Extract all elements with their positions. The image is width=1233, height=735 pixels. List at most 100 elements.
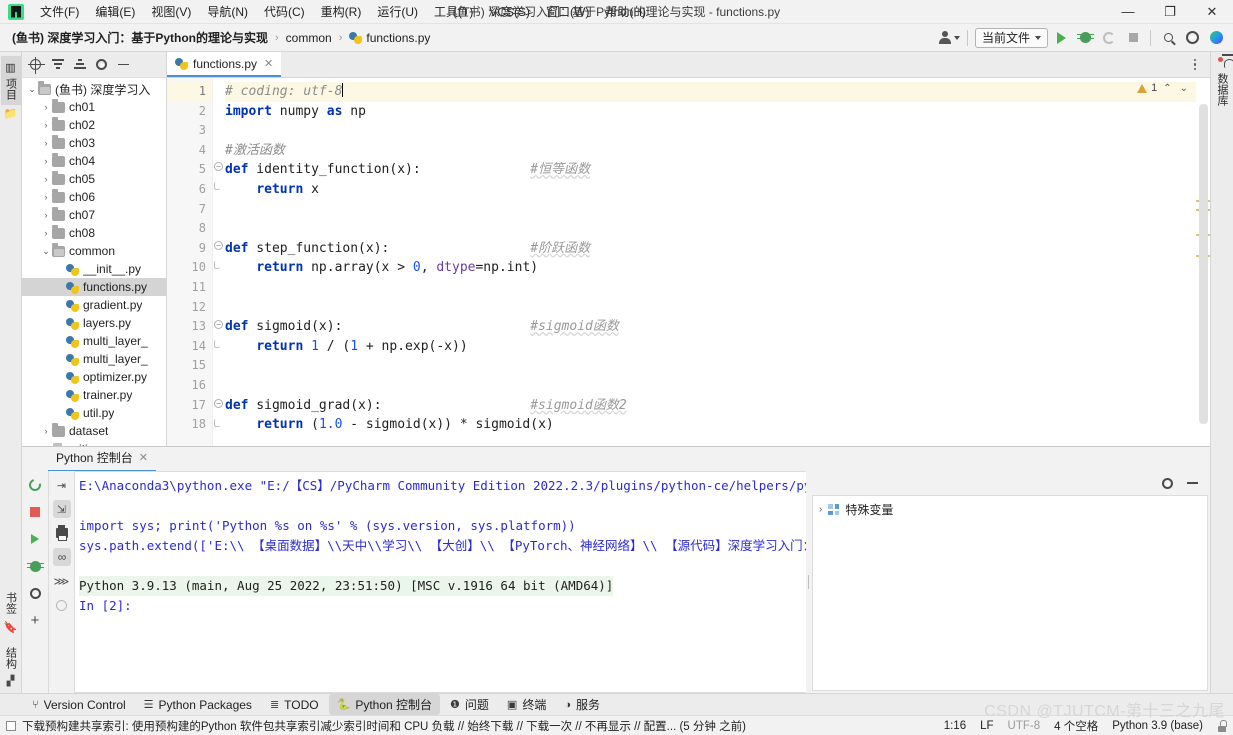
menu-run[interactable]: 运行(U) bbox=[369, 0, 426, 23]
debug-button[interactable] bbox=[1074, 27, 1096, 49]
debug-icon[interactable] bbox=[26, 557, 44, 575]
sidebar-item-project[interactable]: ▥ 项目 bbox=[0, 56, 21, 105]
line-number[interactable]: 6 bbox=[167, 180, 212, 200]
caret-position-widget[interactable]: 1:16 bbox=[944, 720, 966, 732]
editor-fold-column[interactable]: − − − − bbox=[213, 78, 225, 446]
toolwin-version-control[interactable]: ⑂ Version Control bbox=[24, 696, 134, 714]
interpreter-widget[interactable]: Python 3.9 (base) bbox=[1112, 720, 1203, 732]
chevron-down-icon[interactable]: ⌄ bbox=[40, 246, 52, 257]
fold-icon-line-17[interactable]: − bbox=[214, 399, 223, 408]
tree-row[interactable]: › ch07 bbox=[22, 206, 166, 224]
breadcrumb-folder[interactable]: common bbox=[284, 29, 334, 47]
tree-row[interactable]: › ch04 bbox=[22, 152, 166, 170]
console-tab[interactable]: Python 控制台 ✕ bbox=[48, 446, 156, 472]
editor-markup-scrollbar[interactable] bbox=[1196, 78, 1210, 446]
toolwin-services[interactable]: ◑ 服务 bbox=[556, 694, 608, 715]
chevron-right-icon[interactable]: › bbox=[40, 192, 52, 202]
search-everywhere-icon[interactable] bbox=[1157, 27, 1179, 49]
chevron-right-icon[interactable]: › bbox=[40, 210, 52, 220]
fold-icon-line-13[interactable]: − bbox=[214, 320, 223, 329]
line-number[interactable]: 14 bbox=[167, 337, 212, 357]
code-line[interactable]: import numpy as np bbox=[225, 102, 1196, 122]
previous-problem-icon[interactable]: ⌃ bbox=[1161, 83, 1173, 94]
line-number[interactable]: 16 bbox=[167, 376, 212, 396]
code-line[interactable]: return (1.0 - sigmoid(x)) * sigmoid(x) bbox=[225, 415, 1196, 435]
run-button[interactable] bbox=[1050, 27, 1072, 49]
code-line[interactable] bbox=[225, 200, 1196, 220]
code-line[interactable] bbox=[225, 219, 1196, 239]
line-number[interactable]: 4 bbox=[167, 141, 212, 161]
menu-file[interactable]: 文件(F) bbox=[32, 0, 87, 23]
code-line[interactable]: def sigmoid(x): #sigmoid函数 bbox=[225, 317, 1196, 337]
tree-row[interactable]: optimizer.py bbox=[22, 368, 166, 386]
line-number[interactable]: 7 bbox=[167, 200, 212, 220]
tree-row[interactable]: gradient.py bbox=[22, 296, 166, 314]
stop-icon[interactable] bbox=[26, 503, 44, 521]
line-number[interactable]: 12 bbox=[167, 298, 212, 318]
menu-navigate[interactable]: 导航(N) bbox=[199, 0, 256, 23]
tree-row[interactable]: functions.py bbox=[22, 278, 166, 296]
line-number[interactable]: 17 bbox=[167, 396, 212, 416]
chevron-right-icon[interactable]: › bbox=[40, 156, 52, 166]
menu-tools[interactable]: 工具(T) bbox=[426, 0, 481, 23]
menu-edit[interactable]: 编辑(E) bbox=[87, 0, 143, 23]
maximize-button[interactable]: ❐ bbox=[1149, 0, 1191, 24]
code-line[interactable] bbox=[225, 278, 1196, 298]
chevron-down-icon[interactable]: ⌄ bbox=[26, 84, 38, 95]
settings-gear-icon[interactable] bbox=[1181, 27, 1203, 49]
user-avatar-icon[interactable] bbox=[938, 27, 960, 49]
close-button[interactable]: ✕ bbox=[1191, 0, 1233, 24]
toolwin-python-packages[interactable]: ☰ Python Packages bbox=[136, 696, 260, 714]
editor-gutter[interactable]: 1 2 3 4 5 6 7 8 9 10 11 12 13 14 15 16 17 18 bbox=[167, 78, 213, 446]
line-number[interactable]: 13 bbox=[167, 317, 212, 337]
execute-icon[interactable]: ⋙ bbox=[53, 572, 71, 590]
menu-view[interactable]: 视图(V) bbox=[143, 0, 199, 23]
variables-root-row[interactable]: › 特殊变量 bbox=[819, 501, 1201, 518]
status-message-area[interactable]: 下载预构建共享索引: 使用预构建的Python 软件包共享索引减少索引时间和 C… bbox=[6, 718, 746, 734]
soft-wrap-icon[interactable]: ⇥ bbox=[53, 476, 71, 494]
editor-scrollbar-thumb[interactable] bbox=[1199, 104, 1208, 424]
breadcrumb-project[interactable]: (鱼书) 深度学习入门：基于Python的理论与实现 bbox=[10, 27, 270, 48]
indent-widget[interactable]: 4 个空格 bbox=[1054, 718, 1098, 734]
collapse-all-icon[interactable] bbox=[48, 55, 67, 74]
chevron-right-icon[interactable]: › bbox=[40, 426, 52, 436]
menu-refactor[interactable]: 重构(R) bbox=[313, 0, 370, 23]
sidebar-item-bookmarks[interactable]: 书签 bbox=[1, 587, 21, 619]
project-settings-gear-icon[interactable] bbox=[92, 55, 111, 74]
chevron-right-icon[interactable]: › bbox=[40, 228, 52, 238]
expand-all-icon[interactable] bbox=[70, 55, 89, 74]
line-number[interactable]: 5 bbox=[167, 160, 212, 180]
line-number[interactable]: 15 bbox=[167, 356, 212, 376]
show-variables-icon[interactable]: ∞ bbox=[52, 548, 71, 566]
chevron-right-icon[interactable]: › bbox=[40, 138, 52, 148]
line-number[interactable]: 8 bbox=[167, 219, 212, 239]
locate-file-icon[interactable] bbox=[26, 55, 45, 74]
console-output[interactable]: E:\Anaconda3\python.exe "E:/【CS】/PyCharm… bbox=[74, 471, 806, 693]
code-line[interactable] bbox=[225, 376, 1196, 396]
toolwin-terminal[interactable]: ▣ 终端 bbox=[499, 694, 554, 715]
tree-row[interactable]: › dataset bbox=[22, 422, 166, 440]
chevron-right-icon[interactable]: › bbox=[40, 120, 52, 130]
code-line[interactable] bbox=[225, 298, 1196, 318]
line-number[interactable]: 1 bbox=[167, 82, 212, 102]
chevron-right-icon[interactable]: › bbox=[40, 174, 52, 184]
run-icon[interactable] bbox=[26, 530, 44, 548]
code-content[interactable]: # coding: utf-8 import numpy as np #激活函数 d… bbox=[225, 78, 1196, 446]
line-number[interactable]: 9 bbox=[167, 239, 212, 259]
tree-row[interactable]: trainer.py bbox=[22, 386, 166, 404]
console-settings-icon[interactable] bbox=[26, 584, 44, 602]
tree-row[interactable]: › ch02 bbox=[22, 116, 166, 134]
code-line[interactable]: # coding: utf-8 bbox=[225, 82, 1196, 102]
toolwin-todo[interactable]: ≣ TODO bbox=[262, 696, 327, 714]
line-separator-widget[interactable]: LF bbox=[980, 720, 993, 732]
tree-row[interactable]: › ch05 bbox=[22, 170, 166, 188]
variables-settings-gear-icon[interactable] bbox=[1158, 474, 1177, 493]
tree-row[interactable]: multi_layer_ bbox=[22, 350, 166, 368]
code-line[interactable]: def sigmoid_grad(x): #sigmoid函数2 bbox=[225, 396, 1196, 416]
tree-row[interactable]: layers.py bbox=[22, 314, 166, 332]
line-number[interactable]: 18 bbox=[167, 415, 212, 435]
menu-window[interactable]: 窗口(W) bbox=[538, 0, 597, 23]
history-icon[interactable] bbox=[53, 596, 71, 614]
menu-help[interactable]: 帮助(H) bbox=[597, 0, 654, 23]
sidebar-item-structure[interactable]: 结构 bbox=[1, 642, 21, 674]
